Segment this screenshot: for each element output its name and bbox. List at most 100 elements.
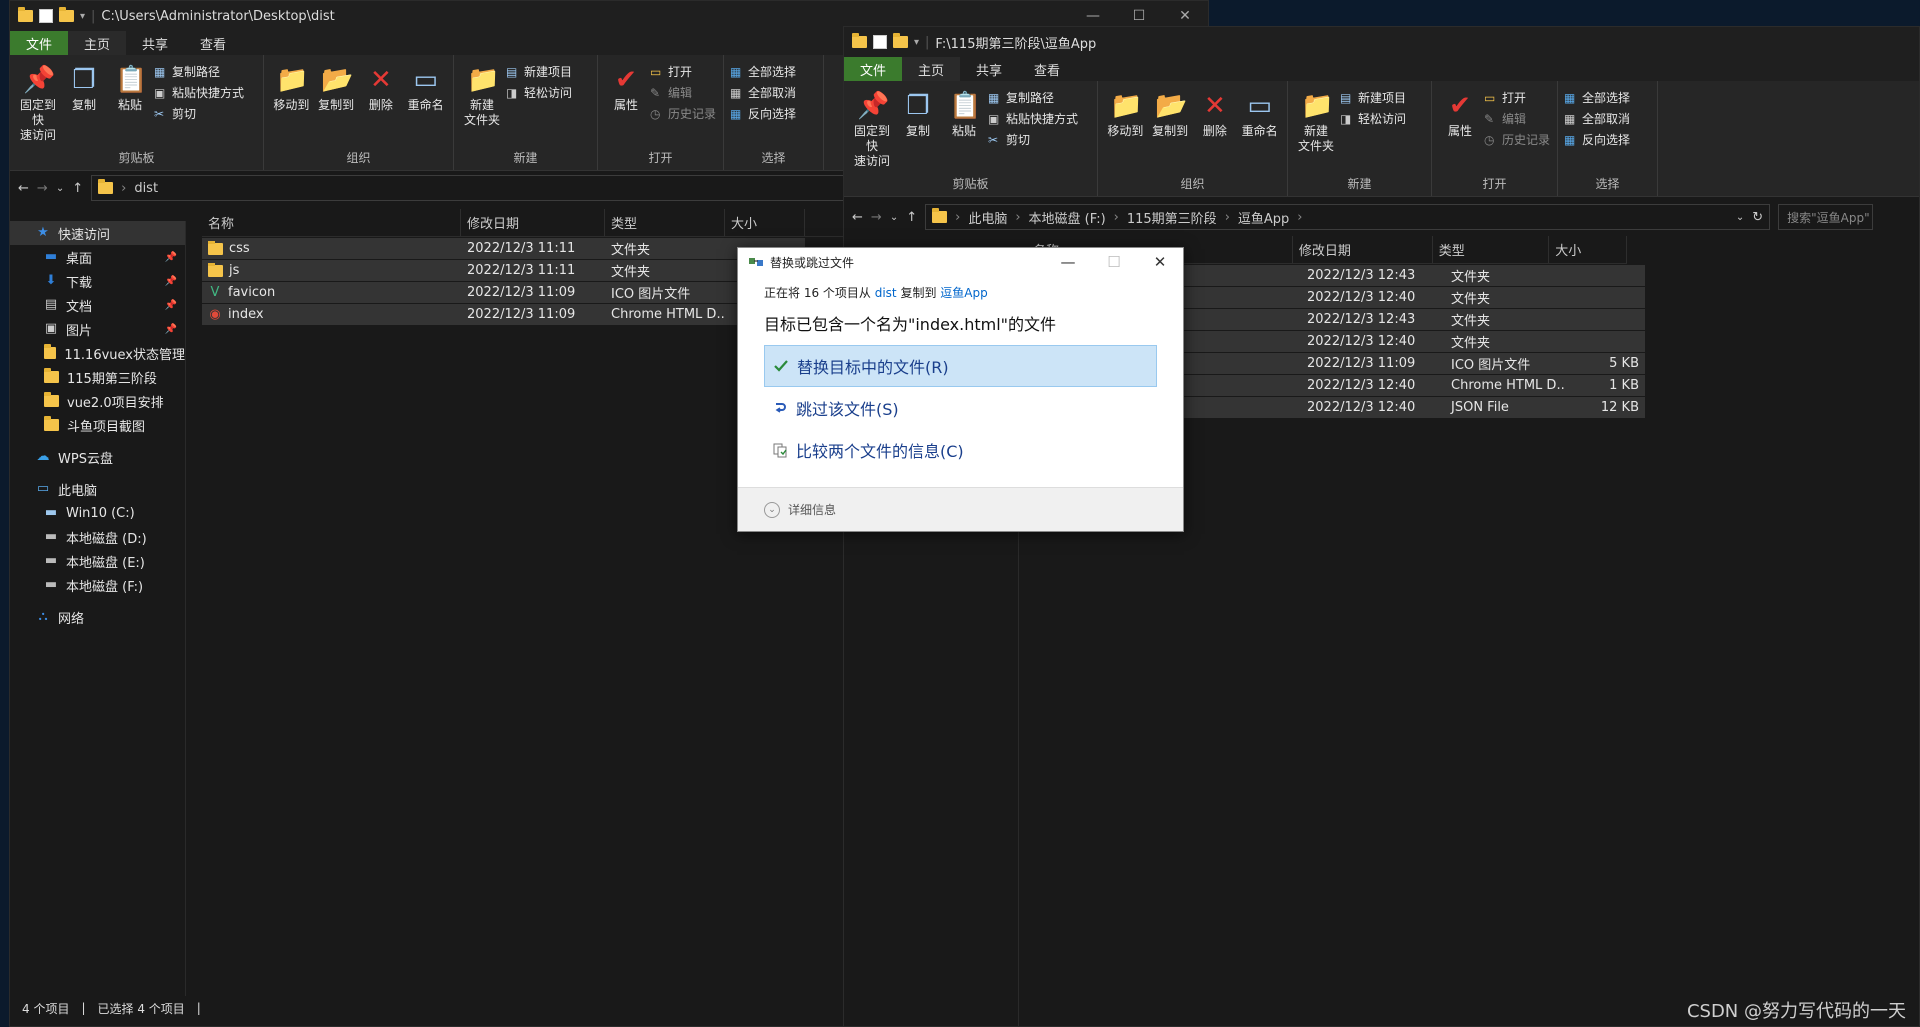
tab-view[interactable]: 查看 xyxy=(184,31,242,55)
forward-arrow-icon[interactable]: → xyxy=(37,181,48,196)
maximize-button[interactable]: ☐ xyxy=(1116,8,1162,24)
breadcrumb-app[interactable]: 逗鱼App xyxy=(1238,208,1289,227)
nav-item[interactable]: ★ 快速访问 xyxy=(10,221,185,245)
column-date[interactable]: 修改日期 xyxy=(1293,236,1433,263)
history-button[interactable]: ◷ 历史记录 xyxy=(650,105,716,122)
invert-selection-button[interactable]: ▦ 反向选择 xyxy=(730,105,796,122)
nav-item[interactable]: ▬ 桌面 📌 xyxy=(10,245,185,269)
cut-button[interactable]: ✂ 剪切 xyxy=(988,131,1078,148)
source-link[interactable]: dist xyxy=(875,286,897,300)
back-arrow-icon[interactable]: ← xyxy=(18,181,29,196)
nav-item[interactable]: ▬ Win10 (C:) xyxy=(10,501,185,525)
breadcrumb-stage3[interactable]: 115期第三阶段 xyxy=(1127,208,1217,227)
checkbox-icon[interactable] xyxy=(873,35,887,49)
compare-option[interactable]: 比较两个文件的信息(C) xyxy=(764,429,1157,471)
new-item-button[interactable]: ▤ 新建项目 xyxy=(506,63,572,80)
nav-item[interactable]: 斗鱼项目截图 xyxy=(10,413,185,437)
close-button[interactable]: ✕ xyxy=(1162,8,1208,24)
table-row[interactable]: ◉ index 2022/12/3 11:09 Chrome HTML D... xyxy=(202,304,805,325)
new-item-button[interactable]: ▤ 新建项目 xyxy=(1340,89,1406,106)
windows-drive-icon: ▬ xyxy=(44,505,58,520)
select-none-button[interactable]: ▦ 全部取消 xyxy=(1564,110,1630,127)
pin-quick-access-icon: 📌 xyxy=(857,91,890,121)
tab-home[interactable]: 主页 xyxy=(902,57,961,81)
nav-item[interactable]: ☁ WPS云盘 xyxy=(10,445,185,469)
nav-item[interactable]: 115期第三阶段 xyxy=(10,365,185,389)
nav-item[interactable]: ▬ 本地磁盘 (F:) xyxy=(10,573,185,597)
select-all-button[interactable]: ▦ 全部选择 xyxy=(730,63,796,80)
quick-access-dropdown-icon[interactable]: ▾ xyxy=(80,11,85,22)
tab-home[interactable]: 主页 xyxy=(68,31,127,55)
forward-arrow-icon[interactable]: → xyxy=(871,210,882,225)
open-button[interactable]: ▭ 打开 xyxy=(650,63,716,80)
nav-item[interactable]: vue2.0项目安排 xyxy=(10,389,185,413)
easy-access-button[interactable]: ◨ 轻松访问 xyxy=(506,84,572,101)
table-row[interactable]: js 2022/12/3 11:11 文件夹 xyxy=(202,260,805,281)
nav-item[interactable]: ⬇ 下载 📌 xyxy=(10,269,185,293)
nav-item[interactable]: ⛬ 网络 xyxy=(10,605,185,629)
nav-item-label: 桌面 xyxy=(66,251,93,267)
folder-icon[interactable] xyxy=(893,33,908,48)
desktop-icon: ▬ xyxy=(44,249,58,264)
paste-shortcut-button[interactable]: ▣ 粘贴快捷方式 xyxy=(154,84,244,101)
nav-item[interactable]: 11.16vuex状态管理 xyxy=(10,341,185,365)
tab-share[interactable]: 共享 xyxy=(126,31,184,55)
nav-item[interactable]: ▭ 此电脑 xyxy=(10,477,185,501)
checkbox-icon[interactable] xyxy=(39,9,53,23)
more-details-link[interactable]: 详细信息 xyxy=(788,501,836,518)
copy-path-button[interactable]: ▦ 复制路径 xyxy=(154,63,244,80)
nav-item-label: 网络 xyxy=(58,611,85,627)
edit-button[interactable]: ✎ 编辑 xyxy=(1484,110,1550,127)
dialog-minimize-button[interactable]: — xyxy=(1045,253,1091,271)
column-size[interactable]: 大小 xyxy=(725,209,805,236)
dialog-close-button[interactable]: ✕ xyxy=(1137,253,1183,271)
column-date[interactable]: 修改日期 xyxy=(461,209,605,236)
easy-access-button[interactable]: ◨ 轻松访问 xyxy=(1340,110,1406,127)
nav-item[interactable]: ▣ 图片 📌 xyxy=(10,317,185,341)
column-type[interactable]: 类型 xyxy=(1433,236,1550,263)
window-title: C:\Users\Administrator\Desktop\dist xyxy=(101,8,335,24)
column-type[interactable]: 类型 xyxy=(605,209,725,236)
address-box[interactable]: › 此电脑 › 本地磁盘 (F:) › 115期第三阶段 › 逗鱼App › ⌄… xyxy=(925,204,1771,230)
minimize-button[interactable]: — xyxy=(1070,8,1116,24)
chevron-down-circle-icon[interactable]: ⌄ xyxy=(764,501,780,518)
table-row[interactable]: Vfavicon 2022/12/3 11:09 ICO 图片文件 xyxy=(202,282,805,303)
tab-view[interactable]: 查看 xyxy=(1018,57,1076,81)
quick-access-dropdown-icon[interactable]: ▾ xyxy=(914,37,919,48)
group-label: 打开 xyxy=(1482,177,1507,191)
copy-path-button[interactable]: ▦ 复制路径 xyxy=(988,89,1078,106)
select-all-button[interactable]: ▦ 全部选择 xyxy=(1564,89,1630,106)
address-dropdown-icon[interactable]: ⌄ xyxy=(1736,212,1744,223)
history-button[interactable]: ◷ 历史记录 xyxy=(1484,131,1550,148)
column-name[interactable]: 名称 xyxy=(202,209,461,236)
column-size[interactable]: 大小 xyxy=(1549,236,1627,263)
date-cell: 2022/12/3 11:09 xyxy=(467,285,576,300)
nav-item[interactable]: ▬ 本地磁盘 (E:) xyxy=(10,549,185,573)
up-arrow-icon[interactable]: ↑ xyxy=(906,210,917,225)
table-row[interactable]: css 2022/12/3 11:11 文件夹 xyxy=(202,238,805,259)
refresh-icon[interactable]: ↻ xyxy=(1752,210,1763,225)
tab-file[interactable]: 文件 xyxy=(10,31,69,55)
search-box[interactable]: 搜索"逗鱼App" xyxy=(1778,204,1874,230)
breadcrumb-this-pc[interactable]: 此电脑 xyxy=(968,208,1007,227)
select-none-button[interactable]: ▦ 全部取消 xyxy=(730,84,796,101)
invert-selection-button[interactable]: ▦ 反向选择 xyxy=(1564,131,1630,148)
back-arrow-icon[interactable]: ← xyxy=(852,210,863,225)
replace-option[interactable]: 替换目标中的文件(R) xyxy=(764,345,1157,387)
destination-link[interactable]: 逗鱼App xyxy=(940,286,987,300)
open-button[interactable]: ▭ 打开 xyxy=(1484,89,1550,106)
cut-button[interactable]: ✂ 剪切 xyxy=(154,105,244,122)
recent-dropdown-icon[interactable]: ⌄ xyxy=(56,183,64,194)
breadcrumb-dist[interactable]: dist xyxy=(134,181,158,196)
skip-option[interactable]: 跳过该文件(S) xyxy=(764,387,1157,429)
nav-item[interactable]: ▬ 本地磁盘 (D:) xyxy=(10,525,185,549)
tab-share[interactable]: 共享 xyxy=(960,57,1018,81)
tab-file[interactable]: 文件 xyxy=(844,57,903,81)
nav-item[interactable]: ▤ 文档 📌 xyxy=(10,293,185,317)
paste-shortcut-button[interactable]: ▣ 粘贴快捷方式 xyxy=(988,110,1078,127)
recent-dropdown-icon[interactable]: ⌄ xyxy=(890,212,898,223)
folder-icon[interactable] xyxy=(59,7,74,22)
edit-button[interactable]: ✎ 编辑 xyxy=(650,84,716,101)
up-arrow-icon[interactable]: ↑ xyxy=(72,181,83,196)
breadcrumb-drive-f[interactable]: 本地磁盘 (F:) xyxy=(1029,208,1106,227)
